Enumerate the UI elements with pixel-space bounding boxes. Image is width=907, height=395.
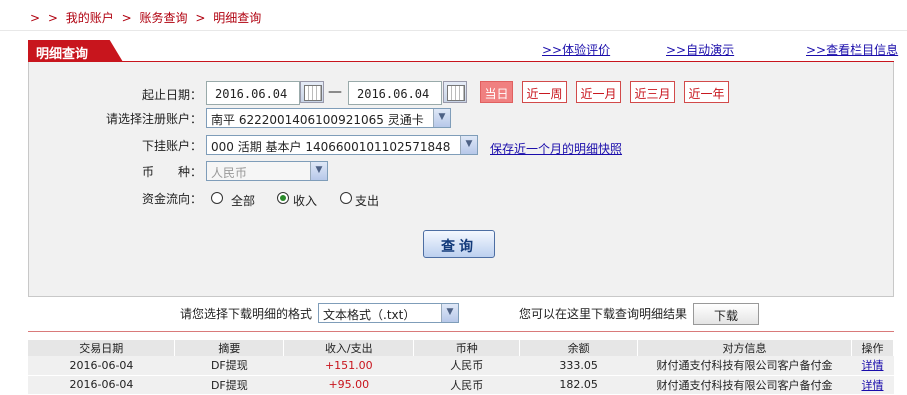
table-row: 2016-06-04 DF提现 +95.00 人民币 182.05 财付通支付科… xyxy=(28,375,894,395)
flow-all-label: 全部 xyxy=(231,194,256,208)
cell-balance: 333.05 xyxy=(519,356,638,376)
flow-expense-radio[interactable] xyxy=(340,192,352,204)
divider xyxy=(0,30,907,31)
end-date-input[interactable]: 2016.06.04 xyxy=(348,81,442,105)
cell-currency: 人民币 xyxy=(413,356,520,376)
col-header-currency: 币种 xyxy=(413,340,521,356)
chevron-down-icon: ▼ xyxy=(441,304,458,322)
breadcrumb-sep: > xyxy=(47,11,58,25)
quick-month-button[interactable]: 近一月 xyxy=(576,81,621,103)
flow-all-radio[interactable] xyxy=(211,192,223,204)
col-header-action: 操作 xyxy=(851,340,895,356)
col-header-date: 交易日期 xyxy=(28,340,176,356)
cell-action: 详情 xyxy=(851,356,894,376)
breadcrumb-item-account-query[interactable]: 账务查询 xyxy=(140,11,188,25)
table-header-row: 交易日期 摘要 收入/支出 币种 余额 对方信息 操作 xyxy=(28,340,895,356)
cell-amount: +151.00 xyxy=(283,356,414,376)
download-button[interactable]: 下载 xyxy=(693,303,759,325)
breadcrumb: > > 我的账户 > 账务查询 > 明细查询 xyxy=(30,9,265,26)
chevron-down-icon: ▼ xyxy=(310,162,327,180)
detail-link[interactable]: 详情 xyxy=(861,379,883,392)
flow-income-label: 收入 xyxy=(293,194,318,208)
calendar-icon[interactable] xyxy=(300,81,324,103)
auto-demo-link[interactable]: >>自动演示 xyxy=(666,41,734,58)
query-button[interactable]: 查询 xyxy=(423,230,495,258)
cell-date: 2016-06-04 xyxy=(28,356,175,376)
start-date-input[interactable]: 2016.06.04 xyxy=(206,81,300,105)
chevron-down-icon: ▼ xyxy=(433,109,450,127)
column-info-link[interactable]: >>查看栏目信息 xyxy=(806,41,898,58)
download-hint: 您可以在这里下载查询明细结果 xyxy=(518,307,687,321)
quick-year-button[interactable]: 近一年 xyxy=(684,81,729,103)
col-header-balance: 余额 xyxy=(519,340,639,356)
cell-amount: +95.00 xyxy=(283,375,414,395)
table-row: 2016-06-04 DF提现 +151.00 人民币 333.05 财付通支付… xyxy=(28,356,894,376)
col-header-amount: 收入/支出 xyxy=(283,340,415,356)
flow-expense-label: 支出 xyxy=(355,194,380,208)
flow-income-radio[interactable] xyxy=(277,192,289,204)
divider xyxy=(28,331,894,332)
results-table: 交易日期 摘要 收入/支出 币种 余额 对方信息 操作 2016-06-04 D… xyxy=(28,340,895,395)
date-label: 起止日期： xyxy=(141,88,202,102)
date-range-dash: — xyxy=(328,84,342,100)
feedback-link[interactable]: >>体验评价 xyxy=(542,41,610,58)
currency-select: 人民币 ▼ xyxy=(206,161,328,181)
cell-summary: DF提现 xyxy=(174,375,284,395)
download-format-select[interactable]: 文本格式（.txt） ▼ xyxy=(318,303,459,323)
sub-account-label: 下挂账户： xyxy=(141,139,202,153)
account-label: 请选择注册账户： xyxy=(105,112,202,126)
col-header-summary: 摘要 xyxy=(174,340,285,356)
account-select[interactable]: 南平 6222001406100921065 灵通卡 ▼ xyxy=(206,108,451,128)
detail-link[interactable]: 详情 xyxy=(861,359,883,372)
flow-label: 资金流向： xyxy=(141,192,202,206)
save-snapshot-link[interactable]: 保存近一个月的明细快照 xyxy=(490,140,622,157)
cell-summary: DF提现 xyxy=(174,356,284,376)
currency-label: 币 种： xyxy=(141,165,202,179)
cell-counterparty: 财付通支付科技有限公司客户备付金 xyxy=(637,375,852,395)
col-header-counterparty: 对方信息 xyxy=(637,340,852,356)
cell-currency: 人民币 xyxy=(413,375,520,395)
cell-date: 2016-06-04 xyxy=(28,375,175,395)
cell-counterparty: 财付通支付科技有限公司客户备付金 xyxy=(637,356,852,376)
chevron-down-icon: ▼ xyxy=(460,136,477,154)
breadcrumb-sep: > xyxy=(30,11,41,25)
breadcrumb-sep: > xyxy=(195,11,206,25)
breadcrumb-item-detail-query: 明细查询 xyxy=(213,11,262,25)
calendar-icon[interactable] xyxy=(443,81,467,103)
breadcrumb-sep: > xyxy=(121,11,132,25)
sub-account-select[interactable]: 000 活期 基本户 1406600101102571848 ▼ xyxy=(206,135,478,155)
quick-week-button[interactable]: 近一周 xyxy=(522,81,567,103)
quick-3months-button[interactable]: 近三月 xyxy=(630,81,675,103)
quick-today-button[interactable]: 当日 xyxy=(480,81,513,103)
breadcrumb-item-my-account[interactable]: 我的账户 xyxy=(66,11,114,25)
cell-action: 详情 xyxy=(851,375,894,395)
cell-balance: 182.05 xyxy=(519,375,638,395)
download-format-label: 请您选择下载明细的格式 xyxy=(179,307,312,321)
page-title: 明细查询 xyxy=(28,40,123,62)
